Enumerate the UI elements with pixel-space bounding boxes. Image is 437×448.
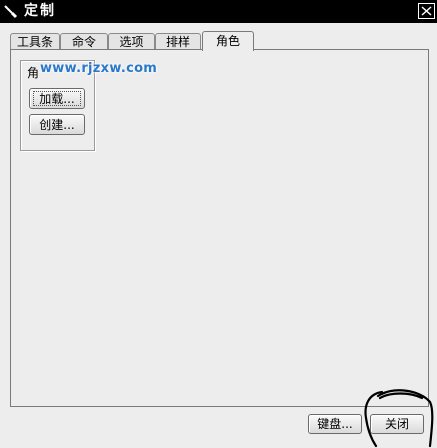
tab-layout[interactable]: 排样 (155, 33, 201, 50)
title-bar: 定制 (0, 0, 437, 23)
app-icon (3, 3, 19, 19)
focus-ring (33, 91, 81, 106)
tab-commands[interactable]: 命令 (60, 33, 108, 50)
roles-group-label: 角 (27, 66, 40, 80)
keyboard-button-label: 键盘... (317, 417, 353, 431)
tab-roles[interactable]: 角色 (202, 31, 254, 51)
tab-panel: 角 加载... 创建... (10, 49, 429, 407)
tab-options[interactable]: 选项 (108, 33, 155, 50)
tab-toolbars[interactable]: 工具条 (10, 33, 60, 50)
close-button-label: 关闭 (384, 417, 409, 431)
watermark: www.rjzxw.com (40, 61, 158, 76)
close-icon[interactable] (418, 3, 435, 19)
keyboard-button[interactable]: 键盘... (308, 414, 362, 434)
create-button-label: 创建... (39, 117, 75, 132)
load-button[interactable]: 加载... (29, 88, 85, 109)
create-button[interactable]: 创建... (29, 114, 85, 135)
close-button[interactable]: 关闭 (370, 414, 424, 434)
window-title: 定制 (24, 3, 56, 19)
